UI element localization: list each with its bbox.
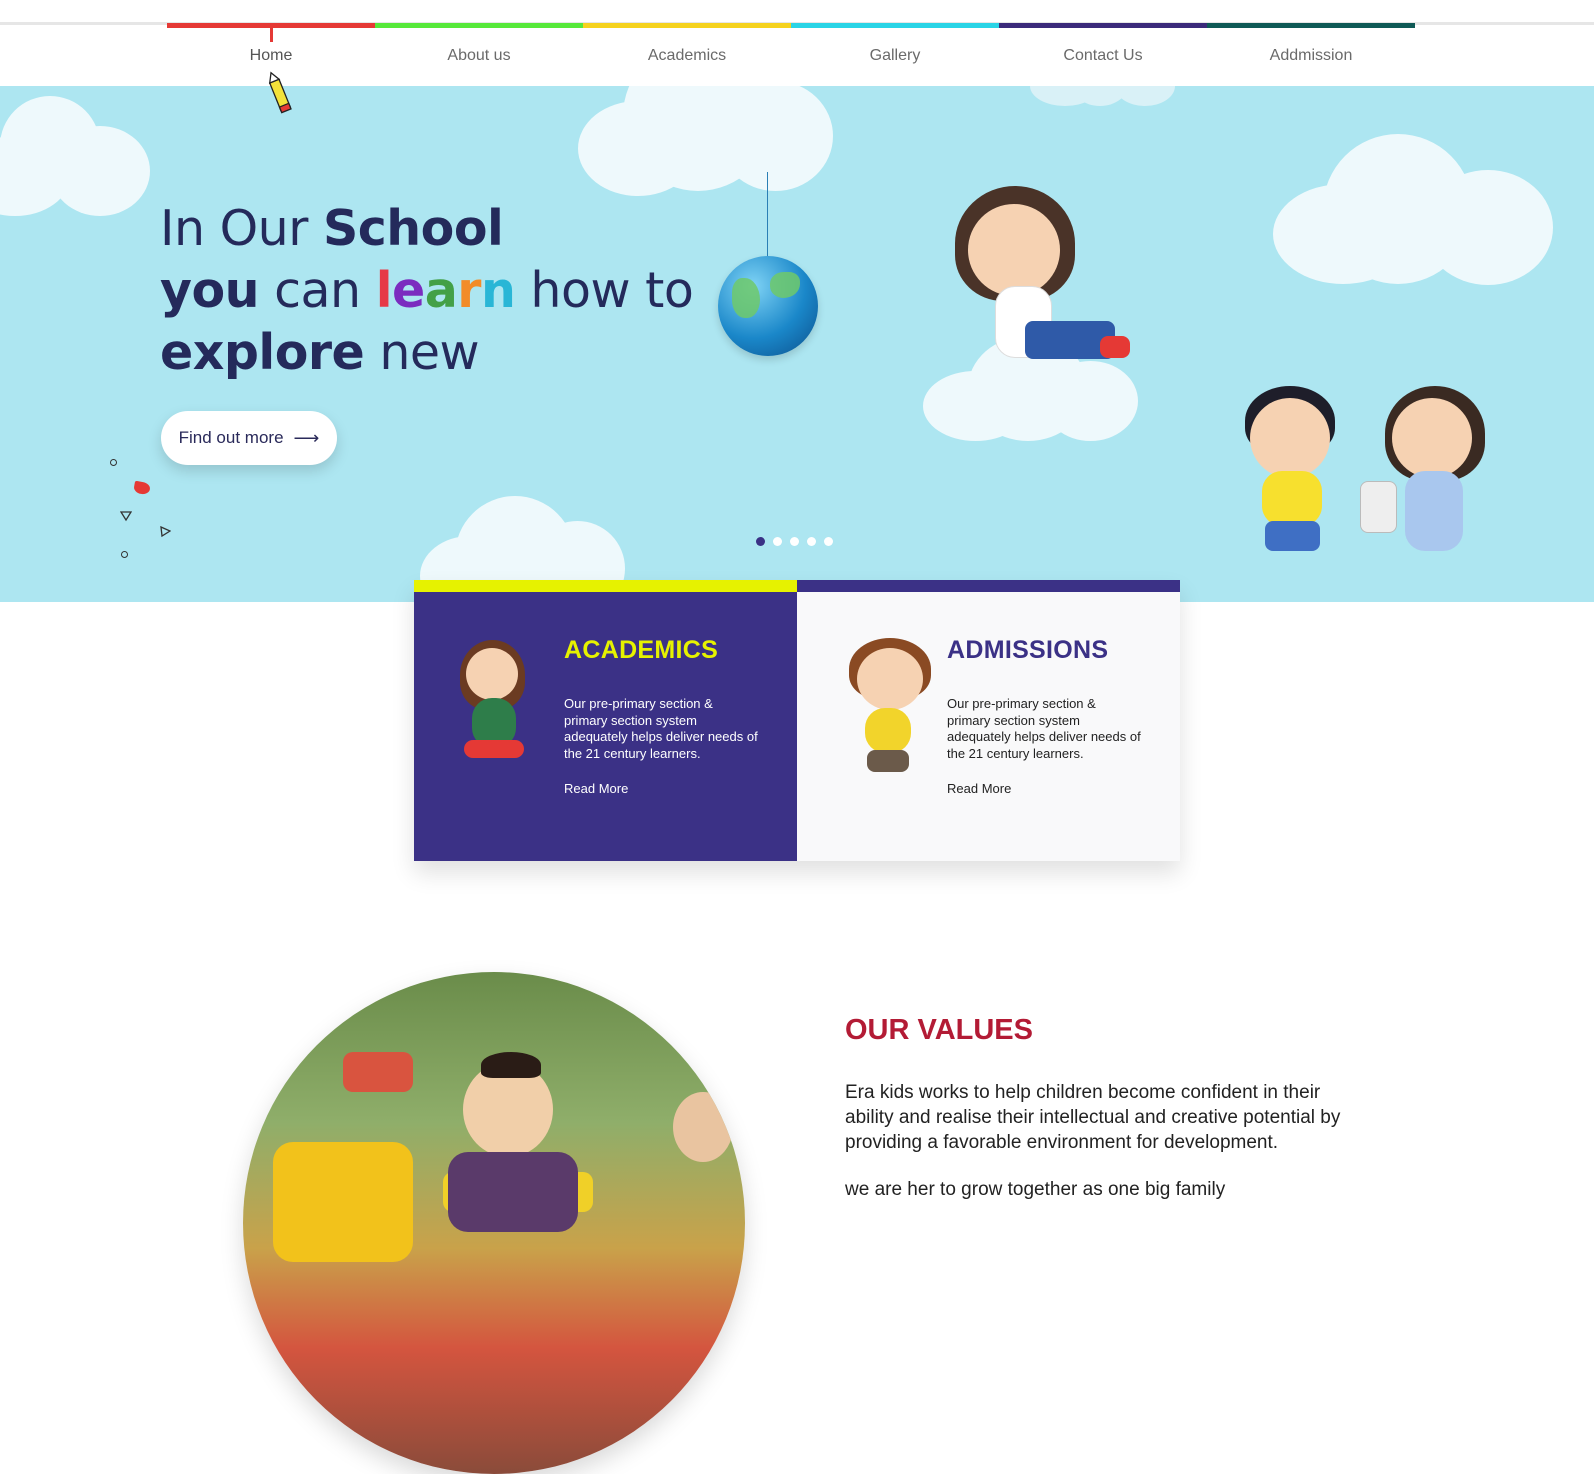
headline-line2: you can learn how to — [160, 262, 694, 319]
admissions-text: Our pre-primary section & primary sectio… — [947, 696, 1141, 761]
learn-letter: e — [391, 262, 425, 319]
admissions-read-more-link[interactable]: Read More — [947, 781, 1011, 796]
academics-title: ACADEMICS — [564, 636, 719, 664]
admissions-card: ADMISSIONS Our pre-primary section & pri… — [797, 580, 1180, 861]
triangle-deco-icon — [120, 511, 132, 522]
hero-slider-dots — [756, 537, 833, 546]
nav-active-marker — [270, 28, 273, 42]
hero-banner: In Our School you can learn how to explo… — [0, 86, 1594, 602]
slider-dot[interactable] — [824, 537, 833, 546]
cta-label: Find out more — [178, 428, 284, 447]
headline-line1: In Our School — [160, 200, 504, 257]
cloud-faint — [1030, 86, 1175, 111]
academics-card: ACADEMICS Our pre-primary section & prim… — [414, 580, 797, 861]
learn-letter: r — [457, 262, 481, 319]
globe-icon — [718, 256, 818, 356]
boy-waving-illustration — [1240, 386, 1350, 586]
girl-with-tablet-illustration — [1360, 386, 1490, 586]
values-paragraph-2: we are her to grow together as one big f… — [845, 1179, 1226, 1200]
globe-string — [767, 172, 768, 262]
nav-item-admission[interactable]: Addmission — [1207, 28, 1415, 86]
headline-text: can — [259, 262, 376, 319]
values-photo — [243, 972, 745, 1474]
pencil-icon — [268, 71, 292, 114]
slider-dot[interactable] — [790, 537, 799, 546]
cloud-left — [0, 96, 150, 226]
nav-item-about[interactable]: About us — [375, 28, 583, 86]
headline-line3: explore new — [160, 324, 480, 381]
girl-on-cloud-illustration — [950, 186, 1140, 386]
learn-letter: n — [480, 262, 516, 319]
find-out-more-button[interactable]: Find out more ⟶ — [161, 411, 337, 465]
heart-deco-icon — [133, 480, 151, 496]
values-title: OUR VALUES — [845, 1014, 1033, 1046]
academics-text: Our pre-primary section & primary sectio… — [564, 696, 758, 761]
circle-deco-icon — [110, 459, 117, 466]
cloud-center-top — [578, 86, 833, 201]
headline-bold: you — [160, 262, 260, 319]
nav-item-contact[interactable]: Contact Us — [999, 28, 1207, 86]
nav-item-academics[interactable]: Academics — [583, 28, 791, 86]
learn-letter: a — [424, 262, 458, 319]
boy-standing-illustration — [847, 638, 937, 803]
hero-headline: In Our School you can learn how to explo… — [160, 198, 694, 384]
academics-read-more-link[interactable]: Read More — [564, 781, 628, 796]
triangle-deco-icon — [160, 526, 171, 538]
headline-text: new — [364, 324, 480, 381]
main-nav: Home About us Academics Gallery Contact … — [167, 28, 1415, 86]
nav-item-gallery[interactable]: Gallery — [791, 28, 999, 86]
headline-text: In Our — [160, 200, 323, 257]
admissions-title: ADMISSIONS — [947, 636, 1109, 664]
slider-dot[interactable] — [807, 537, 816, 546]
card-top-bar — [414, 580, 797, 592]
values-paragraph: Era kids works to help children become c… — [845, 1082, 1341, 1153]
slider-dot[interactable] — [773, 537, 782, 546]
circle-deco-icon — [121, 551, 128, 558]
cloud-right — [1273, 134, 1553, 294]
slider-dot[interactable] — [756, 537, 765, 546]
arrow-right-icon: ⟶ — [293, 427, 320, 448]
headline-bold: explore — [160, 324, 365, 381]
headline-bold: School — [322, 200, 504, 257]
learn-letter: l — [375, 262, 393, 319]
girl-dancing-illustration — [452, 640, 542, 800]
feature-cards: ACADEMICS Our pre-primary section & prim… — [414, 580, 1180, 861]
card-top-bar — [797, 580, 1180, 592]
headline-text: how to — [515, 262, 694, 319]
